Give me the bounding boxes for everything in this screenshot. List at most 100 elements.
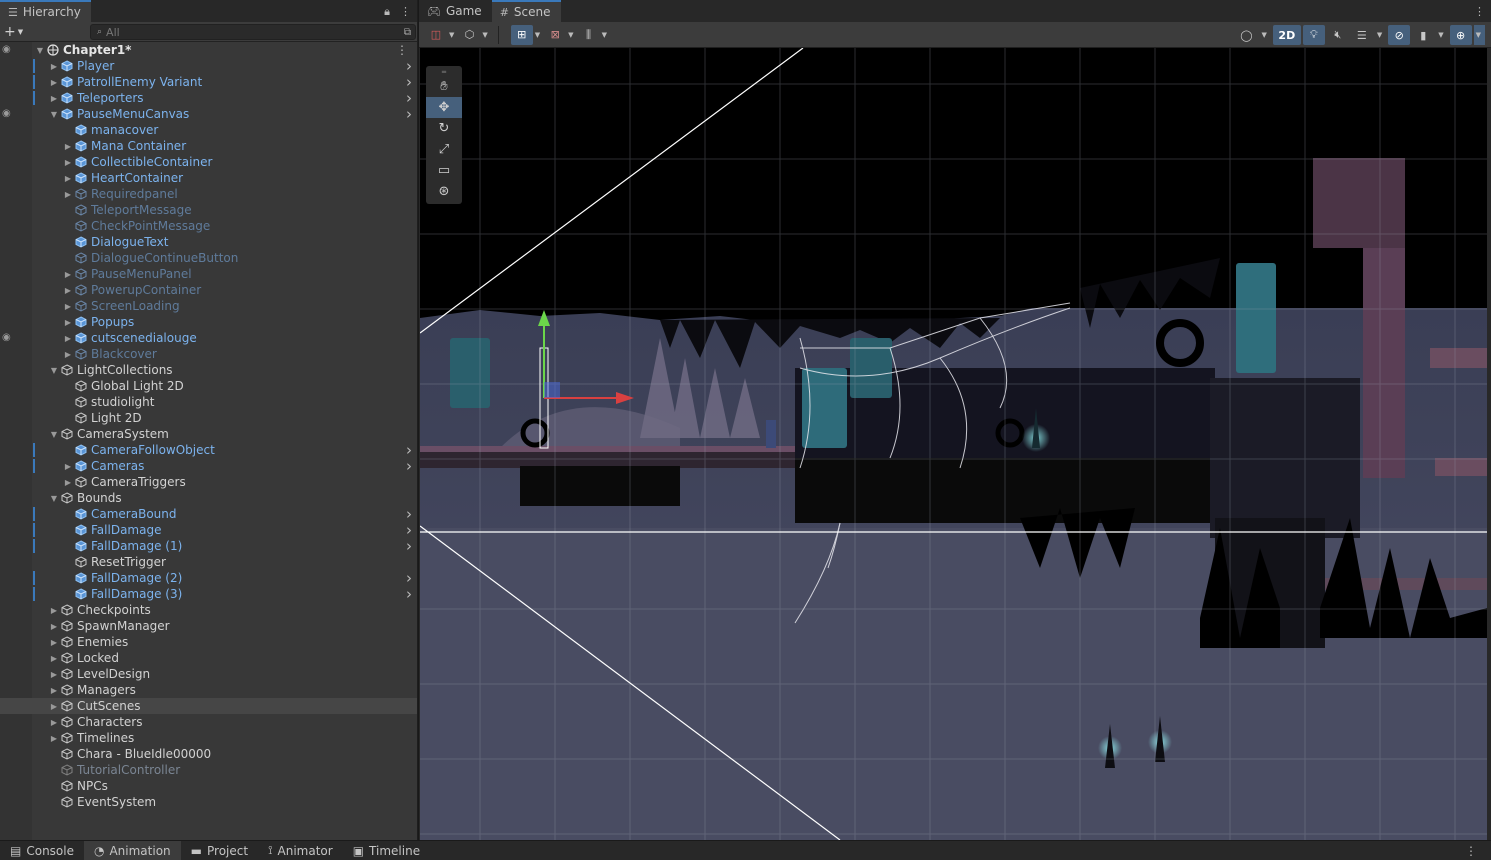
collapsed-arrow-icon[interactable]: ▶	[62, 142, 74, 151]
hierarchy-row[interactable]: ▶ SpawnManager	[0, 618, 417, 634]
kebab-menu-icon[interactable]: ⋮	[1474, 5, 1485, 18]
effects-button[interactable]: ☰	[1351, 25, 1373, 45]
hierarchy-row[interactable]: FallDamage (1) ›	[0, 537, 417, 555]
collapsed-arrow-icon[interactable]: ▶	[48, 622, 60, 631]
collapsed-arrow-icon[interactable]: ▶	[48, 734, 60, 743]
dropdown-arrow-icon[interactable]: ▼	[480, 31, 491, 39]
open-prefab-chevron-icon[interactable]: ›	[406, 457, 412, 475]
kebab-menu-icon[interactable]: ⋮	[1465, 844, 1477, 858]
hierarchy-row[interactable]: CameraFollowObject ›	[0, 441, 417, 459]
tool-global-button[interactable]: ⬡	[458, 25, 480, 45]
draw-mode-button[interactable]: ◯	[1235, 25, 1257, 45]
hierarchy-row[interactable]: ▶ Mana Container	[0, 138, 417, 154]
lighting-toggle-button[interactable]: 💡︎	[1302, 25, 1325, 45]
hierarchy-row[interactable]: ◉ ▶ cutscenedialouge	[0, 330, 417, 346]
dropdown-arrow-icon[interactable]: ▼	[1259, 31, 1270, 39]
hierarchy-row[interactable]: ▶ Popups	[0, 314, 417, 330]
hierarchy-row[interactable]: ▶ Player ›	[0, 57, 417, 75]
tab-project[interactable]: ▬ Project	[181, 841, 258, 860]
scene-viewport[interactable]: ═ ✋︎ ✥ ↻ ⤢ ▭ ⊛	[420, 48, 1487, 840]
collapsed-arrow-icon[interactable]: ▶	[48, 62, 60, 71]
tab-game[interactable]: 🎮︎ Game	[419, 0, 492, 22]
hierarchy-row[interactable]: ▶ Characters	[0, 714, 417, 730]
rotate-tool-icon[interactable]: ↻	[426, 118, 462, 139]
hierarchy-row[interactable]: ▶ ScreenLoading	[0, 298, 417, 314]
hierarchy-row[interactable]: FallDamage ›	[0, 521, 417, 539]
hierarchy-row[interactable]: ◉ ▼ PauseMenuCanvas ›	[0, 105, 417, 123]
tab-animator[interactable]: ⟟ Animator	[258, 841, 343, 860]
collapsed-arrow-icon[interactable]: ▶	[48, 606, 60, 615]
hierarchy-row[interactable]: CheckPointMessage	[0, 218, 417, 234]
hierarchy-row[interactable]: ▶ Timelines	[0, 730, 417, 746]
hand-tool-icon[interactable]: ✋︎	[426, 76, 462, 97]
search-options-icon[interactable]: ⧉	[404, 27, 411, 38]
hidden-objects-button[interactable]: ⊘	[1388, 25, 1411, 45]
expanded-arrow-icon[interactable]: ▼	[48, 366, 60, 375]
collapsed-arrow-icon[interactable]: ▶	[62, 174, 74, 183]
hierarchy-row[interactable]: ▶ PowerupContainer	[0, 282, 417, 298]
hierarchy-row[interactable]: studiolight	[0, 394, 417, 410]
audio-toggle-button[interactable]: 🔇︎	[1327, 25, 1349, 45]
search-input[interactable]: ⌕ All ⧉	[90, 24, 416, 40]
visibility-eye-icon[interactable]: ◉	[2, 108, 11, 119]
hierarchy-row[interactable]: Chara - BlueIdle00000	[0, 746, 417, 762]
mode-2d-button[interactable]: 2D	[1272, 25, 1301, 45]
hierarchy-row[interactable]: ▶ PauseMenuPanel	[0, 266, 417, 282]
hierarchy-row[interactable]: ◉ ▼ Chapter1* ⋮	[0, 42, 417, 58]
tab-animation[interactable]: ◔ Animation	[83, 840, 181, 860]
kebab-menu-icon[interactable]: ⋮	[400, 5, 411, 19]
collapsed-arrow-icon[interactable]: ▶	[62, 270, 74, 279]
hierarchy-row[interactable]: ▶ Teleporters ›	[0, 89, 417, 107]
hierarchy-row[interactable]: ▶ HeartContainer	[0, 170, 417, 186]
increment-snap-button[interactable]: ⊠	[544, 25, 566, 45]
open-prefab-chevron-icon[interactable]: ›	[406, 537, 412, 555]
move-tool-icon[interactable]: ✥	[426, 97, 462, 118]
collapsed-arrow-icon[interactable]: ▶	[48, 654, 60, 663]
expanded-arrow-icon[interactable]: ▼	[48, 494, 60, 503]
collapsed-arrow-icon[interactable]: ▶	[48, 702, 60, 711]
hierarchy-row[interactable]: EventSystem	[0, 794, 417, 810]
hierarchy-row[interactable]: ▶ PatrollEnemy Variant ›	[0, 73, 417, 91]
collapsed-arrow-icon[interactable]: ▶	[48, 78, 60, 87]
open-prefab-chevron-icon[interactable]: ›	[406, 105, 412, 123]
hierarchy-row[interactable]: ▼ CameraSystem	[0, 426, 417, 442]
hierarchy-row[interactable]: ▶ Enemies	[0, 634, 417, 650]
hierarchy-row[interactable]: ▶ Locked	[0, 650, 417, 666]
collapsed-arrow-icon[interactable]: ▶	[62, 190, 74, 199]
hierarchy-row[interactable]: ▶ Requiredpanel	[0, 186, 417, 202]
hierarchy-row[interactable]: ▶ LevelDesign	[0, 666, 417, 682]
hierarchy-row[interactable]: FallDamage (3) ›	[0, 585, 417, 603]
tab-scene[interactable]: # Scene	[491, 0, 561, 22]
visibility-eye-icon[interactable]: ◉	[2, 332, 11, 343]
hierarchy-row[interactable]: manacover	[0, 122, 417, 138]
collapsed-arrow-icon[interactable]: ▶	[62, 318, 74, 327]
hierarchy-row[interactable]: TutorialController	[0, 762, 417, 778]
kebab-menu-icon[interactable]: ⋮	[396, 43, 408, 57]
collapsed-arrow-icon[interactable]: ▶	[62, 302, 74, 311]
rect-tool-icon[interactable]: ▭	[426, 160, 462, 181]
hierarchy-row[interactable]: ▶ CutScenes	[0, 698, 417, 714]
collapsed-arrow-icon[interactable]: ▶	[62, 334, 74, 343]
dropdown-arrow-icon[interactable]: ▼	[566, 31, 577, 39]
hierarchy-row[interactable]: NPCs	[0, 778, 417, 794]
dropdown-arrow-icon[interactable]: ▼	[1375, 31, 1386, 39]
collapsed-arrow-icon[interactable]: ▶	[62, 462, 74, 471]
scale-tool-icon[interactable]: ⤢	[426, 139, 462, 160]
tab-hierarchy[interactable]: ☰ Hierarchy	[0, 0, 91, 22]
hierarchy-row[interactable]: ▶ Checkpoints	[0, 602, 417, 618]
hierarchy-row[interactable]: DialogueContinueButton	[0, 250, 417, 266]
grid-visibility-button[interactable]: ⫼	[578, 25, 600, 45]
hierarchy-row[interactable]: ▶ CameraTriggers	[0, 474, 417, 490]
tool-handle-button[interactable]: ◫	[425, 25, 447, 45]
hierarchy-row[interactable]: DialogueText	[0, 234, 417, 250]
hierarchy-row[interactable]: Global Light 2D	[0, 378, 417, 394]
hierarchy-row[interactable]: ▼ LightCollections	[0, 362, 417, 378]
expanded-arrow-icon[interactable]: ▼	[48, 430, 60, 439]
collapsed-arrow-icon[interactable]: ▶	[62, 286, 74, 295]
collapsed-arrow-icon[interactable]: ▶	[48, 686, 60, 695]
hierarchy-row[interactable]: FallDamage (2) ›	[0, 569, 417, 587]
dropdown-arrow-icon[interactable]: ▼	[600, 31, 611, 39]
collapsed-arrow-icon[interactable]: ▶	[62, 478, 74, 487]
hierarchy-row[interactable]: ▶ Managers	[0, 682, 417, 698]
camera-settings-button[interactable]: ▮	[1412, 25, 1434, 45]
